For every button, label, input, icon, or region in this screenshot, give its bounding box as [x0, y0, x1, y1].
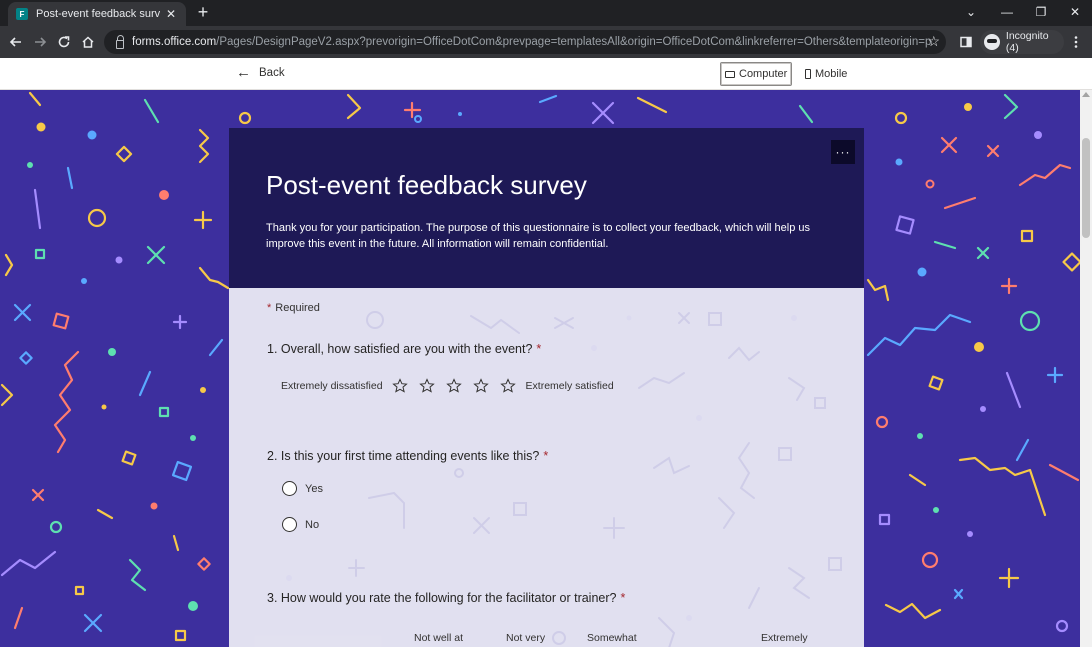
option-yes-label: Yes — [305, 482, 323, 495]
question-3-title: 3. How would you rate the following for … — [267, 591, 625, 605]
likert-column-headers: Not well at Not very Somewhat Extremely — [229, 632, 864, 647]
url-text: forms.office.com/Pages/DesignPageV2.aspx… — [132, 36, 932, 48]
rating-high-label: Extremely satisfied — [525, 380, 614, 392]
reload-icon[interactable] — [54, 32, 74, 52]
star-3-icon[interactable] — [446, 378, 462, 394]
option-no[interactable]: No — [282, 517, 319, 532]
back-button[interactable]: ← Back — [236, 64, 285, 81]
star-5-icon[interactable] — [500, 378, 516, 394]
phone-icon — [805, 69, 811, 79]
back-arrow-icon: ← — [236, 64, 251, 81]
more-options-button[interactable]: ··· — [831, 140, 855, 164]
scroll-up-arrow-icon[interactable] — [1082, 92, 1090, 97]
option-no-label: No — [305, 518, 320, 531]
incognito-icon — [984, 34, 1000, 50]
close-window-button[interactable]: ✕ — [1058, 0, 1092, 24]
new-tab-button[interactable]: + — [194, 3, 212, 21]
radio-no[interactable] — [282, 517, 297, 532]
tab-close-icon[interactable]: ✕ — [164, 7, 178, 21]
form-title: Post-event feedback survey — [266, 170, 587, 200]
likert-column-header: Not well at — [414, 632, 464, 644]
back-label: Back — [259, 67, 285, 79]
incognito-profile-button[interactable]: Incognito (4) — [980, 30, 1064, 54]
question-3-label: 3. How would you rate the following for … — [267, 591, 617, 605]
form-description: Thank you for your participation. The pu… — [266, 222, 810, 250]
required-asterisk: * — [620, 591, 626, 605]
question-1-rating: Extremely dissatisfied Extremely satisfi… — [281, 378, 614, 394]
scrollbar-thumb[interactable] — [1082, 138, 1090, 238]
form-background: ··· Post-event feedback survey Thank you… — [0, 90, 1080, 647]
star-2-icon[interactable] — [419, 378, 435, 394]
required-asterisk: * — [543, 449, 549, 463]
computer-view-button[interactable]: Computer — [720, 62, 793, 86]
side-panel-icon[interactable] — [956, 32, 976, 52]
browser-tab-strip: F Post-event feedback survey (Previe ✕ +… — [0, 0, 1092, 26]
address-bar[interactable]: forms.office.com/Pages/DesignPageV2.aspx… — [104, 30, 946, 54]
required-note-label: Required — [275, 302, 320, 314]
star-4-icon[interactable] — [473, 378, 489, 394]
likert-column-header: Not very — [506, 632, 546, 644]
required-asterisk: * — [536, 342, 542, 356]
page-scrollbar[interactable] — [1080, 90, 1092, 647]
required-asterisk: * — [267, 302, 272, 314]
browser-menu-icon[interactable] — [1066, 32, 1086, 52]
computer-label: Computer — [739, 68, 788, 80]
option-yes[interactable]: Yes — [282, 481, 323, 496]
back-arrow-icon[interactable] — [6, 32, 26, 52]
rating-low-label: Extremely dissatisfied — [281, 380, 383, 392]
likert-column-header: Extremely — [761, 632, 808, 644]
tab-search-icon[interactable]: ⌄ — [954, 0, 988, 24]
incognito-label: Incognito (4) — [1005, 30, 1049, 54]
mobile-view-button[interactable]: Mobile — [801, 62, 851, 86]
home-icon[interactable] — [78, 32, 98, 52]
browser-toolbar: forms.office.com/Pages/DesignPageV2.aspx… — [0, 26, 1092, 58]
tab-title: Post-event feedback survey (Previe — [36, 8, 160, 20]
bookmark-star-icon[interactable]: ☆ — [927, 33, 940, 50]
question-2-label: 2. Is this your first time attending eve… — [267, 449, 540, 463]
mobile-label: Mobile — [815, 68, 848, 80]
forward-arrow-icon[interactable] — [30, 32, 50, 52]
monitor-icon — [725, 70, 735, 78]
lock-icon — [116, 34, 124, 49]
likert-column-header: Somewhat — [587, 632, 637, 644]
radio-yes[interactable] — [282, 481, 297, 496]
star-1-icon[interactable] — [392, 378, 408, 394]
question-2-title: 2. Is this your first time attending eve… — [267, 449, 548, 463]
question-1-label: 1. Overall, how satisfied are you with t… — [267, 342, 533, 356]
question-1-title: 1. Overall, how satisfied are you with t… — [267, 342, 541, 356]
required-note: * Required — [267, 302, 320, 314]
forms-preview-bar: ← Back Computer Mobile — [0, 58, 1092, 90]
minimize-button[interactable]: — — [990, 0, 1024, 24]
forms-favicon-icon: F — [16, 8, 28, 20]
restore-button[interactable]: ❐ — [1024, 0, 1058, 24]
browser-tab[interactable]: F Post-event feedback survey (Previe ✕ — [8, 2, 186, 26]
form-header: ··· Post-event feedback survey Thank you… — [229, 128, 864, 288]
form-body: * Required 1. Overall, how satisfied are … — [229, 288, 864, 647]
